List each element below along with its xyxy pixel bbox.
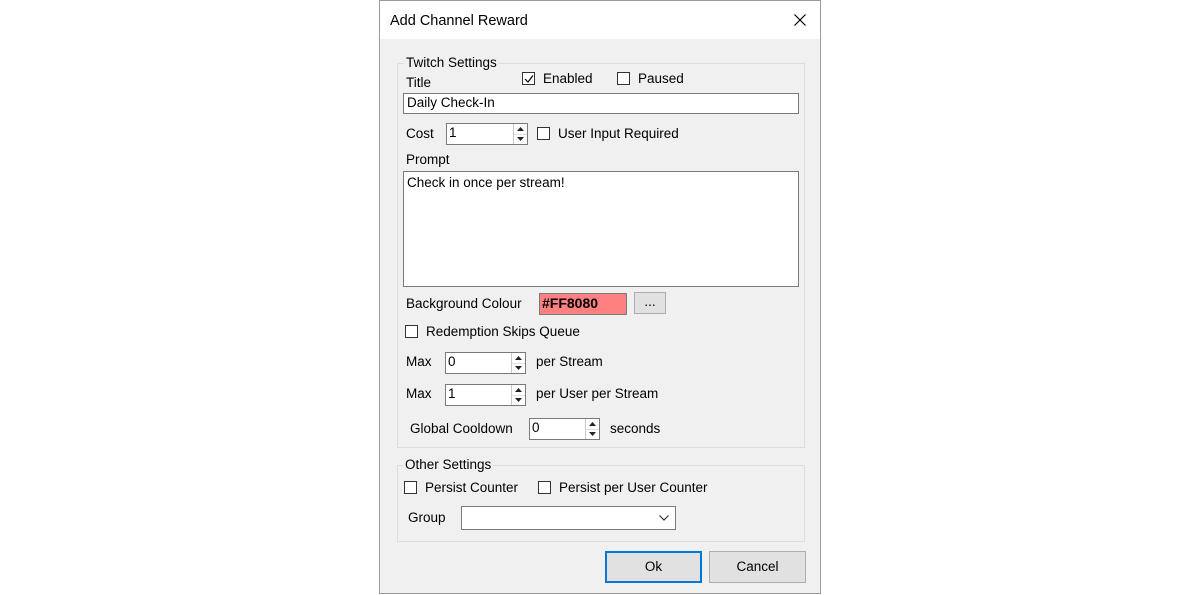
other-settings-group: [397, 465, 805, 542]
arrow-down-icon: [515, 366, 522, 370]
enabled-checkbox[interactable]: [522, 72, 535, 85]
chevron-down-icon: [659, 515, 669, 521]
max-per-stream-stepper[interactable]: 0: [445, 352, 526, 374]
title-input[interactable]: Daily Check-In: [403, 93, 799, 114]
per-stream-label: per Stream: [536, 354, 603, 369]
checkmark-icon: [524, 75, 534, 83]
max-per-stream-buttons: [511, 353, 525, 373]
twitch-settings-title: Twitch Settings: [404, 55, 499, 71]
colour-picker-label: ...: [644, 294, 656, 309]
cost-value: 1: [449, 125, 457, 140]
cost-decrement-button[interactable]: [514, 134, 527, 144]
close-button[interactable]: [780, 1, 820, 39]
global-cooldown-decrement[interactable]: [586, 429, 599, 439]
add-channel-reward-dialog: Add Channel Reward Twitch Settings Title…: [379, 0, 821, 594]
colour-picker-button[interactable]: ...: [634, 292, 666, 314]
arrow-up-icon: [515, 388, 522, 392]
max-per-user-value: 1: [448, 386, 456, 401]
max-per-stream-value: 0: [448, 354, 456, 369]
close-icon: [794, 14, 806, 26]
background-colour-field[interactable]: #FF8080: [539, 293, 627, 315]
arrow-down-icon: [517, 137, 524, 141]
arrow-up-icon: [517, 127, 524, 131]
global-cooldown-label: Global Cooldown: [410, 421, 513, 436]
cancel-button-label: Cancel: [736, 559, 779, 574]
persist-user-counter-checkbox[interactable]: [538, 481, 551, 494]
prompt-textarea[interactable]: Check in once per stream!: [403, 171, 799, 287]
global-cooldown-stepper[interactable]: 0: [529, 418, 600, 440]
persist-counter-label: Persist Counter: [425, 480, 519, 495]
max-stream-label: Max: [406, 354, 432, 369]
ok-button[interactable]: Ok: [605, 551, 702, 583]
group-label: Group: [408, 510, 446, 525]
max-per-user-stepper[interactable]: 1: [445, 384, 526, 406]
arrow-down-icon: [589, 432, 596, 436]
skips-queue-checkbox[interactable]: [405, 325, 418, 338]
persist-user-counter-label: Persist per User Counter: [559, 480, 708, 495]
max-per-stream-increment[interactable]: [512, 353, 525, 363]
ok-button-label: Ok: [644, 559, 663, 574]
persist-counter-checkbox[interactable]: [404, 481, 417, 494]
cost-increment-button[interactable]: [514, 124, 527, 134]
max-per-user-increment[interactable]: [512, 385, 525, 395]
prompt-label: Prompt: [406, 152, 450, 167]
arrow-down-icon: [515, 398, 522, 402]
enabled-label: Enabled: [543, 71, 593, 86]
max-user-label: Max: [406, 386, 432, 401]
paused-label: Paused: [638, 71, 684, 86]
skips-queue-label: Redemption Skips Queue: [426, 324, 580, 339]
user-input-checkbox[interactable]: [537, 127, 550, 140]
cost-label: Cost: [406, 126, 434, 141]
other-settings-title: Other Settings: [403, 457, 494, 473]
paused-checkbox[interactable]: [617, 72, 630, 85]
global-cooldown-increment[interactable]: [586, 419, 599, 429]
global-cooldown-value: 0: [532, 420, 540, 435]
user-input-label: User Input Required: [558, 126, 679, 141]
title-bar: Add Channel Reward: [380, 1, 820, 39]
window-title: Add Channel Reward: [390, 13, 528, 29]
global-cooldown-buttons: [585, 419, 599, 439]
max-per-user-decrement[interactable]: [512, 395, 525, 405]
arrow-up-icon: [515, 356, 522, 360]
group-dropdown[interactable]: [461, 506, 676, 530]
title-label: Title: [406, 75, 432, 90]
cost-stepper-buttons: [513, 124, 527, 144]
background-colour-label: Background Colour: [406, 296, 522, 311]
seconds-label: seconds: [610, 421, 661, 436]
arrow-up-icon: [589, 422, 596, 426]
cost-stepper[interactable]: 1: [446, 123, 528, 145]
per-user-stream-label: per User per Stream: [536, 386, 659, 401]
cancel-button[interactable]: Cancel: [709, 551, 806, 583]
max-per-user-buttons: [511, 385, 525, 405]
max-per-stream-decrement[interactable]: [512, 363, 525, 373]
